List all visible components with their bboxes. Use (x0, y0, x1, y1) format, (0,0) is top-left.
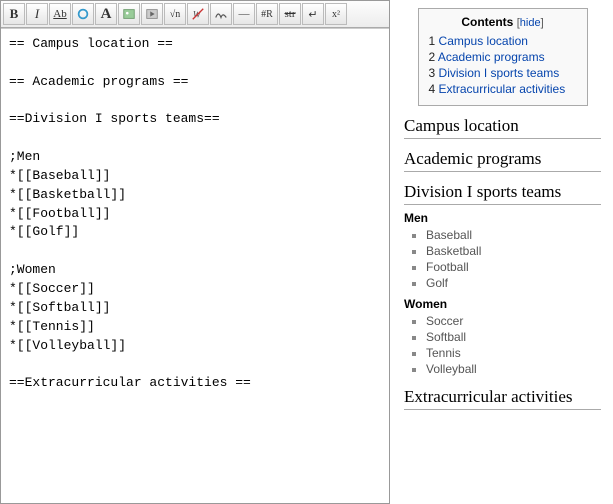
toc-item: 2 Academic programs (429, 49, 577, 65)
list-heading-men: Men (404, 211, 601, 225)
linebreak-button[interactable]: ↵ (302, 3, 324, 25)
toc-header: Contents [hide] (429, 15, 577, 29)
toc-item: 1 Campus location (429, 33, 577, 49)
toc-item: 3 Division I sports teams (429, 65, 577, 81)
nowiki-icon: W (191, 7, 205, 21)
hr-button[interactable]: — (233, 3, 255, 25)
redirect-button[interactable]: #R (256, 3, 278, 25)
toc-link[interactable]: Academic programs (438, 50, 545, 64)
toc-hide-wrapper: [hide] (517, 17, 544, 29)
section-heading-academic: Academic programs (404, 149, 601, 172)
underline-button[interactable]: Ab (49, 3, 71, 25)
list-item: Football (426, 259, 601, 275)
strike-label: str (285, 8, 296, 20)
toc-num: 3 (429, 66, 436, 80)
toc-link[interactable]: Campus location (439, 34, 528, 48)
toc-title: Contents (461, 15, 513, 29)
wikitext-editor[interactable]: == Campus location == == Academic progra… (1, 28, 389, 503)
media-button[interactable] (141, 3, 163, 25)
section-heading-extracurricular: Extracurricular activities (404, 387, 601, 410)
toc-hide-link[interactable]: hide (520, 17, 541, 29)
preview-pane: Contents [hide] 1 Campus location 2 Acad… (390, 0, 613, 504)
link-button[interactable] (72, 3, 94, 25)
bold-button[interactable]: B (3, 3, 25, 25)
editor-toolbar: B I Ab A √n W — #R str ↵ x² (1, 1, 389, 28)
list-item: Tennis (426, 345, 601, 361)
toc-num: 1 (429, 34, 436, 48)
toc-link[interactable]: Extracurricular activities (439, 82, 566, 96)
math-button[interactable]: √n (164, 3, 186, 25)
section-heading-sports: Division I sports teams (404, 182, 601, 205)
list-item: Golf (426, 275, 601, 291)
superscript-button[interactable]: x² (325, 3, 347, 25)
table-of-contents: Contents [hide] 1 Campus location 2 Acad… (418, 8, 588, 106)
women-list: Soccer Softball Tennis Volleyball (404, 313, 601, 377)
italic-button[interactable]: I (26, 3, 48, 25)
editor-pane: B I Ab A √n W — #R str ↵ x² == Campus lo… (0, 0, 390, 504)
heading-button[interactable]: A (95, 3, 117, 25)
media-icon (145, 7, 159, 21)
strike-button[interactable]: str (279, 3, 301, 25)
image-button[interactable] (118, 3, 140, 25)
toc-num: 4 (429, 82, 436, 96)
list-heading-women: Women (404, 297, 601, 311)
men-list: Baseball Basketball Football Golf (404, 227, 601, 291)
toc-item: 4 Extracurricular activities (429, 81, 577, 97)
section-heading-campus: Campus location (404, 116, 601, 139)
list-item: Softball (426, 329, 601, 345)
list-item: Basketball (426, 243, 601, 259)
signature-icon (214, 7, 228, 21)
toc-list: 1 Campus location 2 Academic programs 3 … (429, 33, 577, 97)
link-icon (76, 7, 90, 21)
nowiki-button[interactable]: W (187, 3, 209, 25)
signature-button[interactable] (210, 3, 232, 25)
image-icon (122, 7, 136, 21)
toc-link[interactable]: Division I sports teams (439, 66, 560, 80)
list-item: Baseball (426, 227, 601, 243)
list-item: Volleyball (426, 361, 601, 377)
toc-num: 2 (429, 50, 436, 64)
list-item: Soccer (426, 313, 601, 329)
